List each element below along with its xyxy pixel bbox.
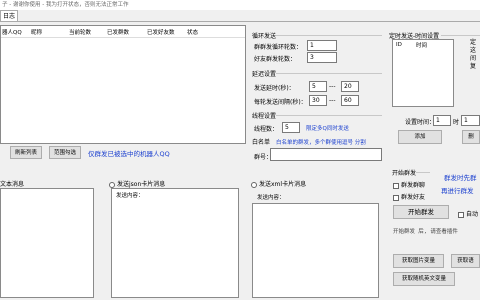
start-title: 开始群发 — [392, 170, 417, 177]
thread-count-label: 线程数： — [254, 126, 279, 133]
schedule-table-header: ID 时间 — [393, 40, 453, 50]
schedule-divider — [441, 35, 480, 36]
hour-input[interactable]: 1 — [433, 115, 451, 126]
window-title: 子 - 谢谢你使用 - 我为打开状态，否则无法正常工作 — [0, 0, 480, 10]
whitelist-group-input[interactable] — [270, 148, 382, 161]
schedule-side-text: 定 这 间 复 — [470, 39, 480, 71]
json-radio-icon[interactable] — [109, 181, 115, 188]
get-voice-button[interactable]: 获取语 — [451, 254, 480, 268]
side-text-line: 这 — [470, 47, 477, 54]
col-time[interactable]: 时间 — [416, 41, 427, 49]
text-message-box[interactable] — [0, 188, 94, 298]
col-id[interactable]: ID — [393, 42, 416, 48]
side-text-line: 间 — [470, 55, 477, 62]
robot-table[interactable]: 器人QQ 昵称 当前轮数 已发群数 已发好友数 状态 — [0, 25, 246, 144]
json-option-label: 发送json卡片消息 — [117, 181, 166, 188]
xml-radio-icon[interactable] — [251, 181, 257, 188]
group-loops-input[interactable]: 1 — [307, 40, 337, 51]
json-message-option[interactable]: 发送json卡片消息 — [109, 179, 165, 188]
start-send-button[interactable]: 开始群发 — [393, 205, 449, 219]
add-schedule-button[interactable]: 添加 — [398, 130, 442, 144]
get-image-variable-button[interactable]: 获取图片变量 — [393, 254, 444, 268]
col-status[interactable]: 状态 — [187, 28, 217, 36]
col-current-round[interactable]: 当前轮数 — [69, 28, 107, 36]
side-text-line: 定 — [470, 39, 477, 46]
send-groups-label: 群发群聊 — [401, 182, 426, 189]
hour-unit: 时 — [453, 119, 460, 126]
xml-content-label: 发送内容： — [257, 195, 285, 201]
auto-checkbox[interactable] — [458, 211, 464, 218]
json-message-box[interactable]: 发送内容： — [111, 188, 239, 298]
start-hint: 开始群发 后, 请查看插件 — [393, 229, 458, 235]
robot-table-header: 器人QQ 昵称 当前轮数 已发群数 已发好友数 状态 — [1, 26, 245, 38]
send-friends-checkbox[interactable] — [393, 194, 399, 201]
auto-label: 自动 — [466, 211, 479, 218]
delete-schedule-button[interactable]: 删 — [462, 130, 480, 144]
schedule-table[interactable]: ID 时间 — [392, 39, 454, 107]
col-sent-friends[interactable]: 已发好友数 — [147, 28, 187, 36]
send-delay-separator: --- — [329, 83, 336, 90]
send-delay-from-input[interactable]: 5 — [309, 81, 327, 92]
xml-message-box[interactable] — [252, 203, 379, 298]
minute-input[interactable]: 1 — [461, 115, 480, 126]
thread-divider — [276, 115, 382, 116]
delay-divider — [276, 73, 382, 74]
delay-title: 延迟设置 — [252, 71, 277, 78]
whitelist-title: 白名单 — [252, 139, 271, 146]
start-notice-line1: 群发时先群 — [444, 174, 477, 182]
send-friends-option[interactable]: 群发好友 — [393, 192, 425, 201]
side-text-line: 复 — [470, 63, 477, 70]
thread-count-input[interactable]: 5 — [282, 122, 300, 133]
round-interval-label: 每轮发送间隔(秒)： — [254, 99, 307, 106]
auto-option[interactable]: 自动 — [458, 209, 478, 218]
send-delay-label: 发送延时(秒)： — [254, 85, 295, 92]
xml-option-label: 发送xml卡片消息 — [259, 181, 307, 188]
xml-message-option[interactable]: 发送xml卡片消息 — [251, 179, 306, 188]
tab-divider — [0, 21, 480, 22]
round-interval-from-input[interactable]: 30 — [309, 95, 327, 106]
start-divider — [416, 172, 430, 173]
thread-hint: 限定多Q同时发送 — [306, 126, 349, 132]
col-sent-groups[interactable]: 已发群数 — [107, 28, 147, 36]
send-delay-to-input[interactable]: 20 — [341, 81, 359, 92]
col-robot-qq[interactable]: 器人QQ — [1, 28, 31, 36]
loop-send-title: 循环发送 — [252, 33, 277, 40]
round-interval-separator: --- — [329, 97, 336, 104]
start-notice-line2: 再进行群发 — [441, 187, 474, 195]
selected-robot-hint: 仅群发已被选中的机器人QQ — [88, 150, 170, 158]
send-groups-checkbox[interactable] — [393, 182, 399, 189]
get-random-text-button[interactable]: 获取随机英文变量 — [393, 272, 455, 286]
text-message-label[interactable]: 文本消息 — [0, 179, 24, 188]
refresh-list-button[interactable]: 刷新列表 — [10, 146, 42, 159]
col-nickname[interactable]: 昵称 — [31, 28, 69, 36]
json-content-label: 发送内容： — [116, 193, 144, 199]
range-select-button[interactable]: 范围勾选 — [49, 146, 81, 159]
thread-title: 线程设置 — [252, 113, 277, 120]
loop-send-divider — [276, 35, 382, 36]
friend-loops-label: 好友群发轮数： — [254, 56, 297, 63]
send-friends-label: 群发好友 — [401, 194, 426, 201]
whitelist-hint: 白名单的群发，多个群使用逗号 分割 — [276, 140, 366, 146]
friend-loops-input[interactable]: 3 — [307, 52, 337, 63]
group-loops-label: 群群发循环轮数： — [254, 44, 303, 51]
round-interval-to-input[interactable]: 60 — [341, 95, 359, 106]
set-time-label: 设置时间： — [405, 119, 436, 126]
send-groups-option[interactable]: 群发群聊 — [393, 180, 425, 189]
